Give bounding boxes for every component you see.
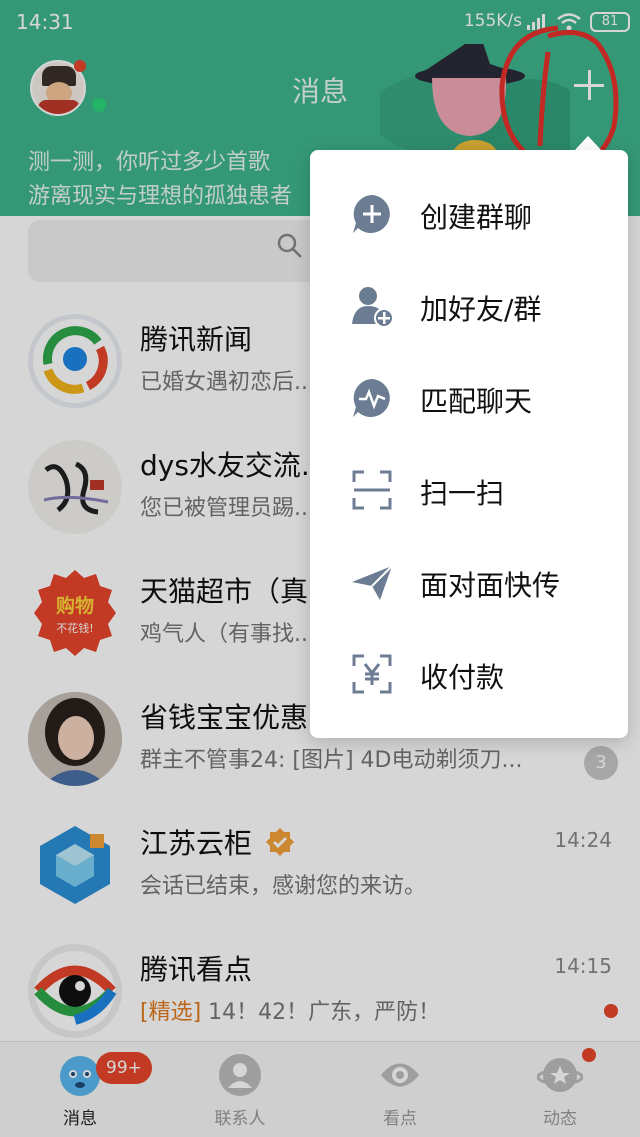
create-group-icon (353, 195, 390, 233)
conversation-preview: 会话已结束，感谢您的来访。 (140, 874, 427, 899)
bottom-tab-bar: 99+ 消息 联系人 看点 动态 (0, 1041, 640, 1137)
tencent-news-logo-icon (33, 319, 117, 403)
person-avatar (28, 692, 122, 786)
messages-tab-icon (60, 1056, 100, 1096)
tencent-kandian-avatar (28, 944, 122, 1038)
tab-label: 动态 (543, 1109, 577, 1129)
conversation-name: dys水友交流... (140, 449, 328, 482)
transfer-icon (352, 565, 393, 600)
messages-badge: 99+ (96, 1052, 152, 1084)
preview-text: 14！42！广东，严防！ (201, 1000, 441, 1025)
menu-item-label: 匹配聊天 (420, 385, 533, 418)
menu-item-face-transfer[interactable]: 面对面快传 (310, 536, 628, 628)
menu-item-label: 加好友/群 (420, 293, 542, 326)
conversation-name: 江苏云柜 (140, 822, 295, 862)
verified-badge-icon (265, 828, 294, 856)
conversation-preview: 群主不管事24: [图片] 4D电动剃须刀... (140, 748, 523, 773)
payment-icon (352, 654, 392, 694)
tab-contacts[interactable]: 联系人 (160, 1042, 320, 1137)
page-title: 消息 (291, 75, 348, 108)
status-time: 14:31 (16, 10, 74, 34)
menu-item-label: 创建群聊 (420, 201, 533, 234)
menu-item-match-chat[interactable]: 匹配聊天 (310, 352, 628, 444)
conversation-name: 省钱宝宝优惠... (140, 701, 335, 734)
conversation-time: 14:15 (554, 954, 612, 978)
tmall-badge-top-text: 购物 (56, 594, 94, 617)
eye-tab-icon (381, 1063, 419, 1087)
menu-item-add-friend[interactable]: 加好友/群 (310, 260, 628, 352)
cube-logo-icon (40, 826, 110, 904)
avatar-notification-dot (74, 60, 86, 72)
online-status-dot (90, 96, 108, 114)
tmall-avatar: 购物 不花钱! (28, 566, 122, 660)
unread-dot (604, 1004, 618, 1018)
tmall-badge-icon: 购物 不花钱! (34, 570, 116, 656)
add-friend-icon (352, 287, 394, 328)
jiangsu-cloud-avatar (28, 818, 122, 912)
menu-item-label: 面对面快传 (420, 569, 561, 602)
menu-item-label: 扫一扫 (420, 477, 505, 510)
tab-kandian[interactable]: 看点 (320, 1042, 480, 1137)
conversation-row[interactable]: 江苏云柜 会话已结束，感谢您的来访。 14:24 (0, 804, 640, 930)
conversation-preview: 已婚女遇初恋后... (140, 370, 315, 395)
avatar-coat (38, 100, 80, 114)
conversation-time: 14:24 (554, 828, 612, 852)
conversation-name: 天猫超市（真... (140, 575, 335, 608)
tab-messages[interactable]: 99+ 消息 (0, 1042, 160, 1137)
calligraphy-logo-icon (43, 461, 109, 515)
scan-icon (352, 470, 392, 510)
conversation-name: 腾讯新闻 (140, 323, 253, 356)
eye-logo-icon (34, 951, 117, 1031)
conversation-preview: [精选] 14！42！广东，严防！ (140, 994, 440, 1026)
tab-moments[interactable]: 动态 (480, 1042, 640, 1137)
conversation-name-text: 江苏云柜 (140, 827, 253, 860)
conversation-row[interactable]: 腾讯看点 [精选] 14！42！广东，严防！ 14:15 (0, 930, 640, 1041)
plus-popup-menu: 创建群聊 加好友/群 匹配聊天 扫一扫 面对面快传 收付款 (310, 150, 628, 738)
contacts-tab-icon (219, 1054, 261, 1096)
search-icon (277, 233, 302, 258)
dys-group-avatar (28, 440, 122, 534)
tab-label: 看点 (383, 1109, 417, 1129)
menu-item-scan[interactable]: 扫一扫 (310, 444, 628, 536)
unread-count-badge: 3 (584, 746, 618, 780)
menu-item-create-group[interactable]: 创建群聊 (310, 168, 628, 260)
person-photo-icon (28, 692, 122, 786)
tab-label: 消息 (63, 1109, 97, 1129)
tmall-badge-bottom-text: 不花钱! (56, 621, 93, 635)
banner-line-1[interactable]: 测一测，你听过多少首歌 (28, 144, 270, 176)
conversation-preview: 您已被管理员踢... (140, 496, 315, 521)
planet-tab-icon (537, 1058, 583, 1092)
menu-item-payment[interactable]: 收付款 (310, 628, 628, 720)
menu-caret (574, 136, 602, 151)
preview-tag: [精选] (140, 1000, 202, 1025)
tencent-news-avatar (28, 314, 122, 408)
conversation-preview: 鸡气人（有事找... (140, 622, 315, 647)
tab-label: 联系人 (214, 1109, 266, 1129)
match-chat-icon (353, 379, 390, 417)
conversation-name: 腾讯看点 (140, 953, 253, 986)
banner-line-2[interactable]: 游离现实与理想的孤独患者 (28, 178, 292, 210)
moments-notification-dot (582, 1048, 596, 1062)
menu-item-label: 收付款 (420, 661, 505, 694)
